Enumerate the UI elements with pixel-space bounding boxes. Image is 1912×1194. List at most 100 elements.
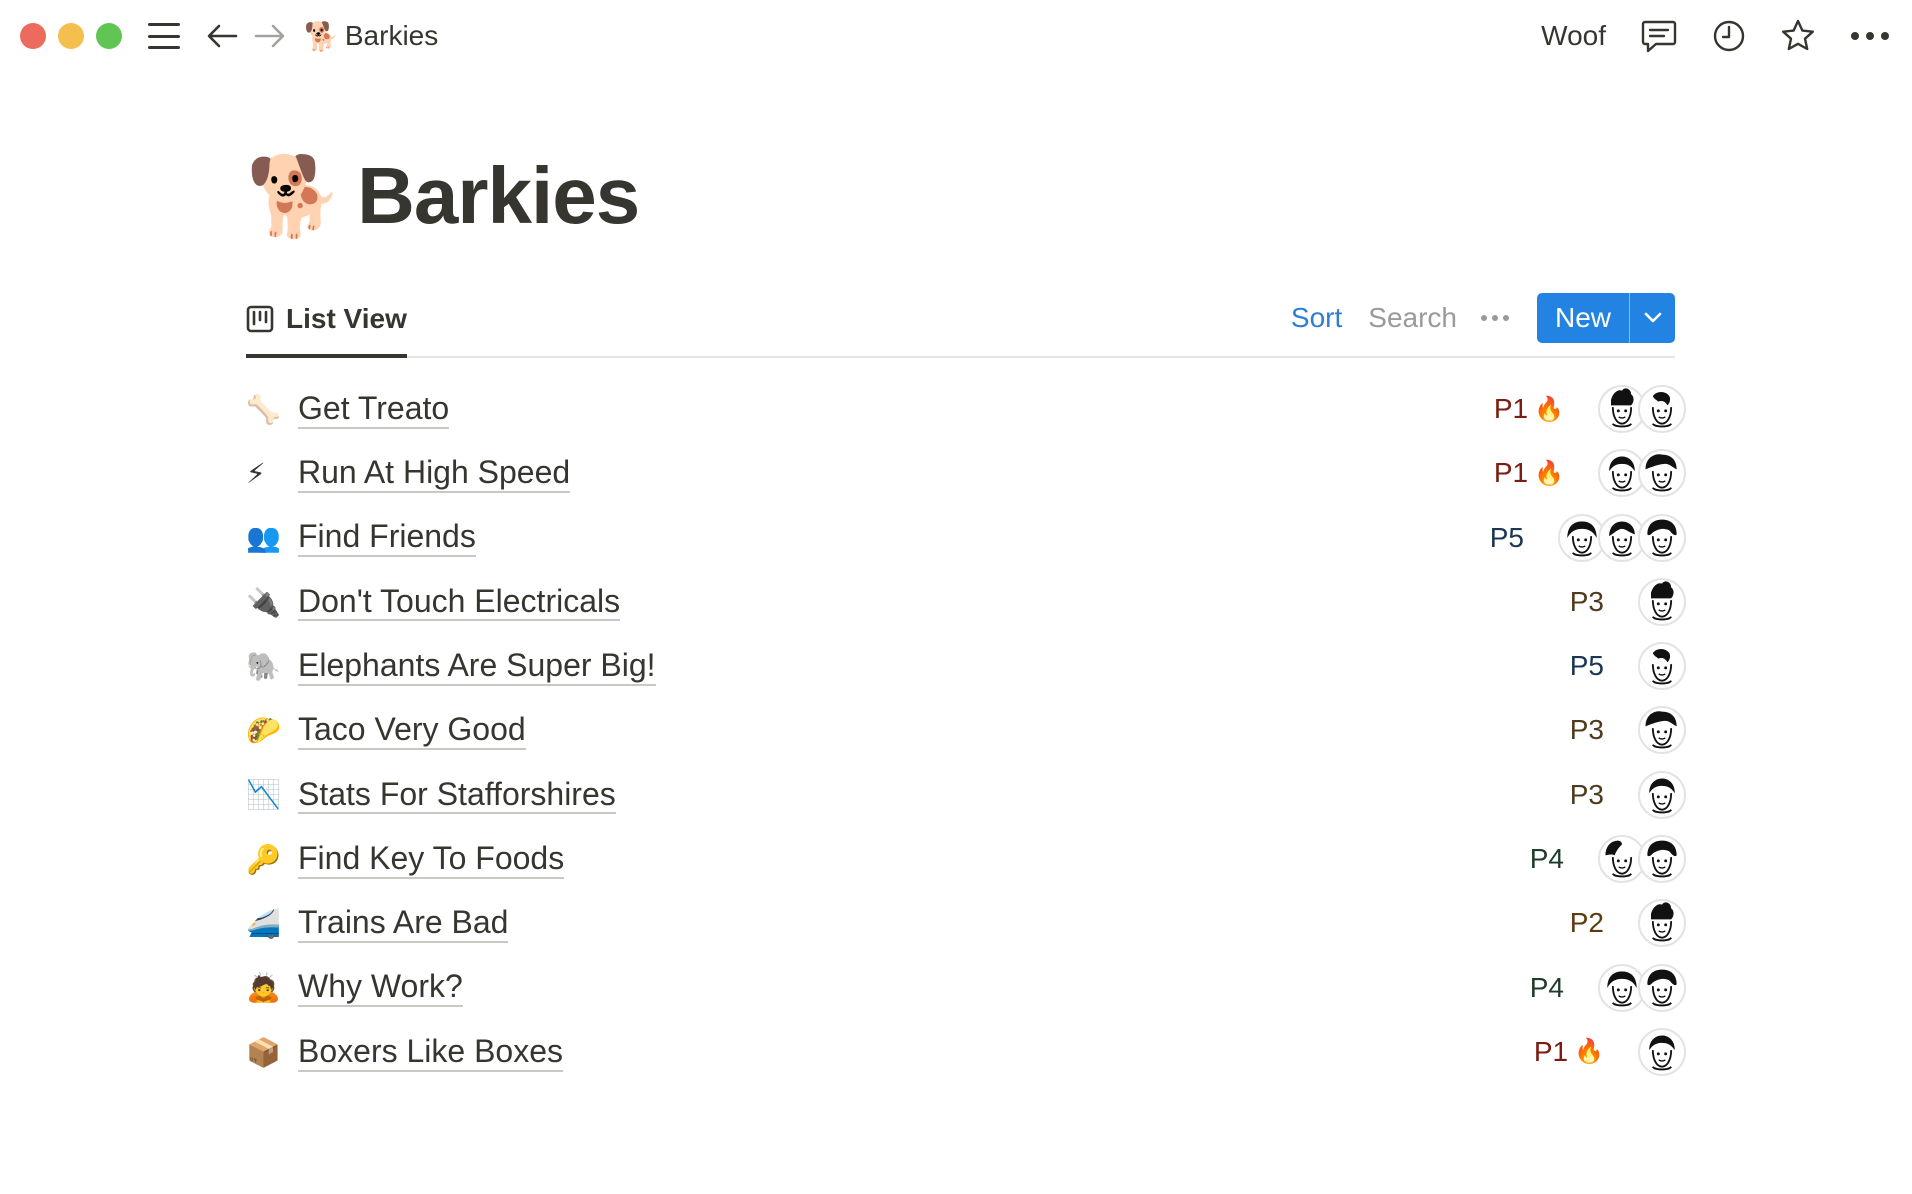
list-item[interactable]: 🌮 Taco Very Good P3 — [246, 698, 1686, 762]
priority-badge[interactable]: P3 — [1570, 714, 1604, 746]
row-title-link[interactable]: Find Key To Foods — [298, 840, 565, 879]
tab-list-view[interactable]: List View — [246, 290, 407, 358]
assignee-avatars[interactable] — [1598, 963, 1686, 1012]
list-item[interactable]: ⚡ Run At High Speed P1 🔥 — [246, 441, 1686, 505]
assignee-avatars[interactable] — [1638, 1027, 1686, 1076]
assignee-avatars[interactable] — [1638, 577, 1686, 626]
priority-badge[interactable]: P1 🔥 — [1494, 457, 1564, 489]
window-controls — [20, 23, 122, 49]
view-bar: List View Sort Search New — [246, 290, 1675, 358]
priority-badge[interactable]: P1 🔥 — [1494, 393, 1564, 425]
top-bar: 🐕 Barkies Woof — [0, 0, 1912, 72]
list-item[interactable]: 🔌 Don't Touch Electricals P3 — [246, 570, 1686, 634]
priority-label: P3 — [1569, 714, 1604, 746]
list-item[interactable]: 🚄 Trains Are Bad P2 — [246, 891, 1686, 955]
avatar[interactable] — [1638, 899, 1686, 948]
more-options-icon[interactable] — [1850, 31, 1890, 41]
page-title[interactable]: Barkies — [357, 150, 640, 242]
assignee-avatars[interactable] — [1638, 642, 1686, 691]
avatar[interactable] — [1638, 1027, 1686, 1076]
row-title-link[interactable]: Why Work? — [298, 968, 463, 1008]
list-item[interactable]: 🦴 Get Treato P1 🔥 — [246, 377, 1686, 441]
maximize-window-button[interactable] — [96, 23, 122, 49]
tab-label: List View — [286, 303, 407, 334]
row-properties: P3 — [1570, 763, 1686, 827]
row-properties: P2 — [1570, 891, 1686, 955]
row-properties: P3 — [1570, 570, 1686, 634]
list-item[interactable]: 🐘 Elephants Are Super Big! P5 — [246, 634, 1686, 698]
row-properties: P1 🔥 — [1494, 441, 1686, 505]
avatar[interactable] — [1638, 513, 1686, 562]
avatar[interactable] — [1638, 706, 1686, 755]
avatar[interactable] — [1638, 385, 1686, 433]
row-properties: P1 🔥 — [1534, 1020, 1686, 1084]
priority-label: P4 — [1529, 843, 1564, 875]
priority-badge[interactable]: P1 🔥 — [1534, 1036, 1604, 1068]
dog-icon[interactable]: 🐕 — [246, 157, 343, 235]
list-item[interactable]: 👥 Find Friends P5 — [246, 506, 1686, 570]
search-button[interactable]: Search — [1368, 302, 1457, 334]
row-title-link[interactable]: Run At High Speed — [298, 454, 571, 493]
row-title-link[interactable]: Elephants Are Super Big! — [298, 647, 656, 686]
avatar[interactable] — [1638, 449, 1686, 498]
sort-button[interactable]: Sort — [1291, 302, 1342, 334]
avatar[interactable] — [1638, 963, 1686, 1012]
assignee-avatars[interactable] — [1638, 706, 1686, 755]
avatar[interactable] — [1638, 577, 1686, 626]
row-title-link[interactable]: Stats For Stafforshires — [298, 776, 616, 815]
row-title-link[interactable]: Taco Very Good — [298, 711, 526, 751]
row-properties: P3 — [1570, 698, 1686, 762]
priority-label: P1 — [1493, 393, 1529, 424]
assignee-avatars[interactable] — [1558, 513, 1686, 562]
breadcrumb[interactable]: 🐕 Barkies — [304, 20, 438, 53]
row-emoji-icon: 🐘 — [246, 650, 281, 682]
row-title-link[interactable]: Boxers Like Boxes — [298, 1033, 564, 1072]
avatar[interactable] — [1638, 770, 1686, 819]
minimize-window-button[interactable] — [58, 23, 84, 49]
board-view-icon — [246, 305, 274, 333]
assignee-avatars[interactable] — [1598, 385, 1686, 433]
priority-label: P5 — [1569, 650, 1604, 682]
priority-badge[interactable]: P3 — [1570, 586, 1604, 618]
row-title-link[interactable]: Trains Are Bad — [298, 904, 509, 943]
priority-badge[interactable]: P2 — [1570, 907, 1604, 939]
priority-badge[interactable]: P5 — [1490, 522, 1524, 554]
assignee-avatars[interactable] — [1638, 899, 1686, 948]
row-title-link[interactable]: Find Friends — [298, 518, 476, 558]
dog-icon: 🐕 — [304, 20, 339, 52]
row-properties: P4 — [1530, 956, 1686, 1020]
priority-label: P3 — [1569, 778, 1604, 810]
chevron-down-icon[interactable] — [1629, 293, 1675, 343]
comments-icon[interactable] — [1640, 18, 1678, 54]
assignee-avatars[interactable] — [1598, 835, 1686, 884]
list-item[interactable]: 📦 Boxers Like Boxes P1 🔥 — [246, 1020, 1686, 1084]
row-properties: P4 — [1530, 827, 1686, 891]
priority-badge[interactable]: P4 — [1530, 843, 1564, 875]
history-clock-icon[interactable] — [1712, 19, 1746, 53]
back-arrow-icon[interactable] — [206, 22, 238, 50]
new-button[interactable]: New — [1537, 293, 1629, 343]
view-more-icon[interactable] — [1480, 315, 1509, 321]
row-title-link[interactable]: Get Treato — [298, 390, 450, 429]
assignee-avatars[interactable] — [1638, 770, 1686, 819]
row-emoji-icon: 🚄 — [246, 908, 281, 940]
row-title-link[interactable]: Don't Touch Electricals — [298, 583, 621, 622]
favorite-star-icon[interactable] — [1780, 18, 1816, 54]
priority-badge[interactable]: P3 — [1570, 779, 1604, 811]
row-emoji-icon: 🔌 — [246, 586, 281, 618]
workspace-label[interactable]: Woof — [1541, 20, 1606, 52]
row-emoji-icon: 🌮 — [246, 715, 281, 747]
new-button-group: New — [1536, 293, 1675, 343]
assignee-avatars[interactable] — [1598, 449, 1686, 498]
priority-badge[interactable]: P4 — [1530, 972, 1564, 1004]
list-item[interactable]: 🙇 Why Work? P4 — [246, 956, 1686, 1020]
list-item[interactable]: 📉 Stats For Stafforshires P3 — [246, 763, 1686, 827]
menu-icon[interactable] — [146, 21, 182, 51]
forward-arrow-icon[interactable] — [254, 22, 286, 50]
list-item[interactable]: 🔑 Find Key To Foods P4 — [246, 827, 1686, 891]
fire-icon: 🔥 — [1574, 1038, 1604, 1066]
avatar[interactable] — [1638, 642, 1686, 691]
avatar[interactable] — [1638, 835, 1686, 884]
close-window-button[interactable] — [20, 23, 46, 49]
priority-badge[interactable]: P5 — [1570, 650, 1604, 682]
